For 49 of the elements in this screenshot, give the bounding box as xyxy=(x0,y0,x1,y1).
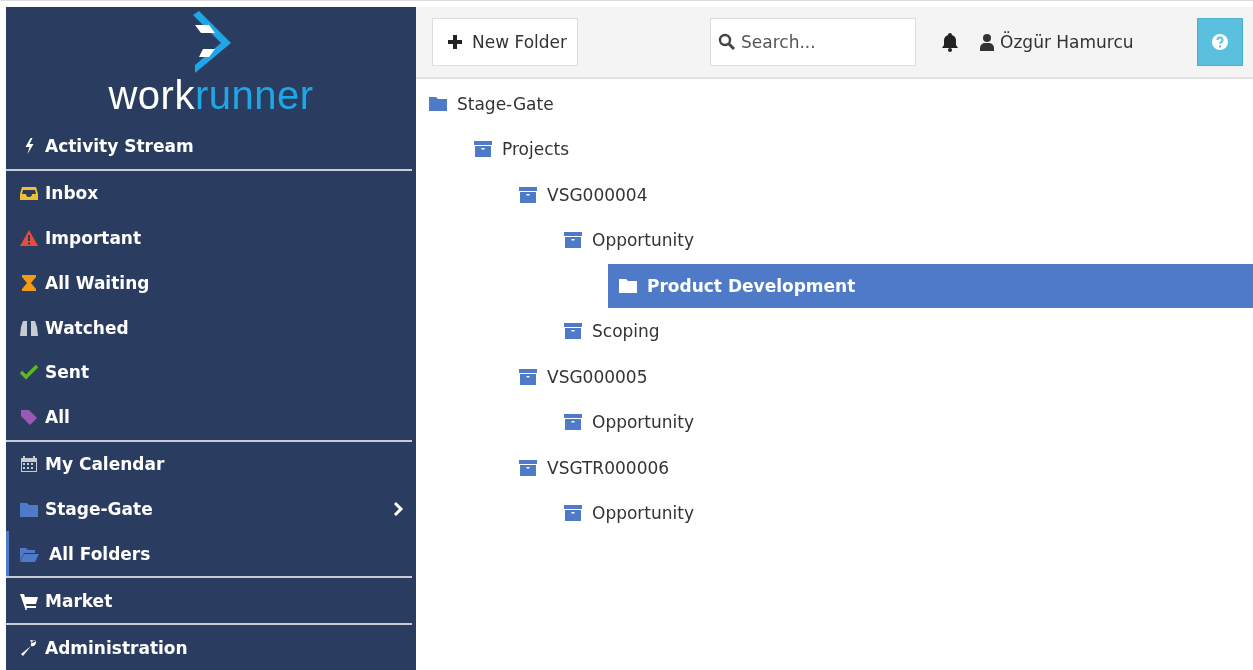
archive-icon xyxy=(563,231,583,250)
archive-icon xyxy=(518,185,538,204)
check-icon xyxy=(19,363,39,382)
tag-icon xyxy=(19,408,39,427)
user-icon xyxy=(980,33,995,51)
tree-item[interactable]: Projects xyxy=(473,127,1253,172)
user-menu[interactable]: Özgür Hamurcu xyxy=(980,32,1134,52)
warning-icon xyxy=(19,228,39,247)
nav-item[interactable]: All xyxy=(6,394,416,440)
plus-icon xyxy=(447,34,463,50)
tree-item[interactable]: Opportunity xyxy=(563,400,1253,445)
new-folder-button[interactable]: New Folder xyxy=(432,18,579,66)
nav-item[interactable]: Sent xyxy=(6,349,416,395)
hourglass-icon xyxy=(19,273,39,292)
nav-item[interactable]: Market xyxy=(6,578,416,624)
nav-item[interactable]: Stage-Gate xyxy=(6,486,416,532)
logo-text: workrunner xyxy=(108,75,314,115)
wrench-icon xyxy=(19,638,39,657)
archive-icon xyxy=(518,458,538,477)
tree-item[interactable]: Product Development xyxy=(608,263,1253,308)
nav-item[interactable]: All Waiting xyxy=(6,260,416,306)
tree-item[interactable]: VSG000004 xyxy=(518,172,1253,217)
tree-item[interactable]: Opportunity xyxy=(563,218,1253,263)
archive-icon xyxy=(518,367,538,386)
folder-icon xyxy=(618,277,638,295)
archive-icon xyxy=(473,140,493,159)
tree-item[interactable]: Opportunity xyxy=(563,491,1253,536)
tree-item[interactable]: VSG000005 xyxy=(518,354,1253,399)
nav-item[interactable]: Important xyxy=(6,215,416,261)
search-field[interactable]: Search... xyxy=(710,18,917,66)
archive-icon xyxy=(563,413,583,432)
binoculars-icon xyxy=(19,318,39,337)
calendar-icon xyxy=(19,455,39,474)
archive-icon xyxy=(563,322,583,341)
bell-icon[interactable] xyxy=(940,32,961,52)
tree-item[interactable]: Stage-Gate xyxy=(428,81,1253,126)
nav-item[interactable]: Administration xyxy=(6,625,416,670)
nav-item[interactable]: Activity Stream xyxy=(6,123,416,169)
cart-icon xyxy=(19,591,39,610)
nav-item[interactable]: All Folders xyxy=(6,531,416,577)
tree-item[interactable]: Scoping xyxy=(563,309,1253,354)
folder-icon xyxy=(428,95,448,113)
nav-item[interactable]: Inbox xyxy=(6,170,416,216)
archive-icon xyxy=(563,504,583,523)
nav-item[interactable]: Watched xyxy=(6,305,416,350)
chevron-icon xyxy=(392,500,404,517)
help-icon xyxy=(1211,33,1229,51)
tree-item[interactable]: VSGTR000006 xyxy=(518,445,1253,490)
nav-item[interactable]: My Calendar xyxy=(6,441,416,487)
